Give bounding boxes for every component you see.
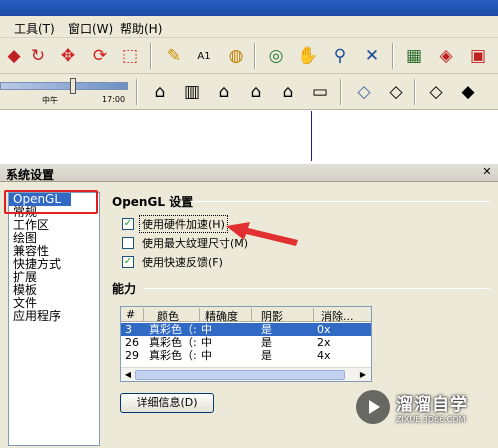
checkbox-checked[interactable]: ✓ (122, 217, 134, 230)
column-header[interactable]: 阴影 (261, 308, 283, 324)
table-row[interactable]: 26 真彩色（: 中 是 2x (121, 336, 371, 349)
shadow-time-slider-thumb[interactable] (70, 78, 76, 94)
main-toolbar: ◆ ↻ ✥ ⟳ ⬚ ✎ A1 ◍ ◎ ✋ ⚲ ✕ ▦ ◈ ▣ (0, 38, 498, 74)
cell-antialias: 0x (317, 323, 331, 336)
toolbar-separator (414, 79, 416, 105)
cell-num: 3 (125, 323, 132, 336)
cell-num: 29 (125, 349, 139, 362)
menu-window[interactable]: 窗口(W) (68, 20, 113, 37)
table-row[interactable]: 3 真彩色（: 中 是 0x (121, 323, 371, 336)
column-header[interactable]: 消除... (321, 308, 354, 324)
watermark: 溜溜自学 ZIXUE.3D66.COM (350, 382, 498, 432)
cell-shadow: 是 (261, 323, 272, 336)
cell-precision: 中 (201, 323, 212, 336)
cell-antialias: 4x (317, 349, 331, 362)
app-title-bar (0, 0, 498, 16)
toolbar-separator (392, 43, 394, 69)
slider-label-time: 17:00 (102, 95, 126, 104)
scrollbar-thumb[interactable] (135, 370, 345, 380)
toolbar-separator (254, 43, 256, 69)
menu-bar: 工具(T) 窗口(W) 帮助(H) (0, 16, 498, 38)
zoom-extents-icon[interactable]: ✕ (360, 44, 384, 68)
option-label: 使用快速反馈(F) (142, 255, 223, 269)
column-header[interactable]: # (126, 308, 135, 321)
zoom-icon[interactable]: ⚲ (328, 44, 352, 68)
toolbar-separator (136, 79, 138, 105)
model-viewport[interactable] (0, 111, 498, 165)
watermark-url: ZIXUE.3D66.COM (396, 415, 466, 424)
checkbox-unchecked[interactable] (122, 236, 134, 249)
dialog-title: 系统设置 (6, 168, 55, 182)
opengl-section-title: OpenGL 设置 (112, 195, 194, 209)
right-view-icon[interactable]: ⌂ (244, 80, 268, 104)
horizontal-scrollbar[interactable]: ◀ ▶ (121, 367, 371, 381)
option-fast-feedback[interactable]: ✓ 使用快速反馈(F) (122, 254, 225, 269)
menu-tools[interactable]: 工具(T) (14, 20, 55, 37)
push-pull-icon[interactable]: ◆ (2, 44, 26, 68)
scale-icon[interactable]: ⬚ (118, 44, 142, 68)
materials-icon[interactable]: ◈ (434, 44, 458, 68)
front-view-icon[interactable]: ▥ (180, 80, 204, 104)
scroll-right-icon[interactable]: ▶ (357, 369, 369, 381)
pan-icon[interactable]: ✋ (296, 44, 320, 68)
move-icon[interactable]: ✥ (56, 44, 80, 68)
table-row[interactable]: 29 真彩色（: 中 是 4x (121, 349, 371, 362)
column-header[interactable]: 颜色 (157, 308, 179, 324)
cell-color: 真彩色（: (149, 336, 197, 349)
cell-color: 真彩色（: (149, 349, 197, 362)
cell-precision: 中 (201, 349, 212, 362)
category-list[interactable]: OpenGL 常规 工作区 绘图 兼容性 快捷方式 扩展 模板 文件 应用程序 (8, 192, 100, 446)
menu-help[interactable]: 帮助(H) (120, 20, 162, 37)
hidden-line-icon[interactable]: ◇ (424, 80, 448, 104)
shadow-time-slider[interactable] (0, 82, 128, 90)
toolbar-separator (340, 79, 342, 105)
cell-num: 26 (125, 336, 139, 349)
text-label-icon[interactable]: A1 (192, 44, 216, 68)
cell-color: 真彩色（: (149, 323, 197, 336)
styles-icon[interactable]: ▣ (466, 44, 490, 68)
close-icon[interactable]: ✕ (480, 166, 494, 180)
wireframe-icon[interactable]: ◇ (384, 80, 408, 104)
watermark-text: 溜溜自学 (396, 395, 468, 415)
details-button[interactable]: 详细信息(D) (120, 393, 214, 413)
checkbox-checked[interactable]: ✓ (122, 255, 134, 268)
section-divider (144, 288, 490, 289)
house-icon[interactable]: ⌂ (212, 80, 236, 104)
blue-axis (311, 111, 312, 161)
rotate-icon[interactable]: ↻ (26, 44, 50, 68)
back-view-icon[interactable]: ⌂ (276, 80, 300, 104)
orbit-icon[interactable]: ◎ (264, 44, 288, 68)
highlight-box (4, 190, 98, 214)
cell-shadow: 是 (261, 349, 272, 362)
component-icon[interactable]: ▦ (402, 44, 426, 68)
paint-bucket-icon[interactable]: ◍ (224, 44, 248, 68)
xray-icon[interactable]: ◇ (352, 80, 376, 104)
play-logo-icon (356, 390, 390, 424)
red-arrow-annotation (226, 222, 298, 246)
cell-antialias: 2x (317, 336, 331, 349)
refresh-icon[interactable]: ⟳ (88, 44, 112, 68)
cell-precision: 中 (201, 336, 212, 349)
scroll-left-icon[interactable]: ◀ (122, 369, 134, 381)
table-header: # 颜色 精确度 阴影 消除... (121, 307, 371, 324)
iso-house-icon[interactable]: ⌂ (148, 80, 172, 104)
capability-section-title: 能力 (112, 282, 137, 296)
tape-measure-icon[interactable]: ✎ (162, 44, 186, 68)
cell-shadow: 是 (261, 336, 272, 349)
section-divider (190, 201, 490, 202)
dialog-title-bar[interactable]: 系统设置 ✕ (0, 164, 498, 182)
left-view-icon[interactable]: ▭ (308, 80, 332, 104)
category-applications[interactable]: 应用程序 (9, 310, 99, 323)
toolbar-separator (150, 43, 152, 69)
slider-label-noon: 中午 (42, 96, 58, 105)
shaded-icon[interactable]: ◆ (456, 80, 480, 104)
capability-table[interactable]: # 颜色 精确度 阴影 消除... 3 真彩色（: 中 是 0x 26 真彩色（… (120, 306, 372, 382)
option-label: 使用硬件加速(H) (139, 214, 228, 233)
column-header[interactable]: 精确度 (205, 308, 238, 324)
option-hardware-acceleration[interactable]: ✓ 使用硬件加速(H) (122, 214, 228, 233)
